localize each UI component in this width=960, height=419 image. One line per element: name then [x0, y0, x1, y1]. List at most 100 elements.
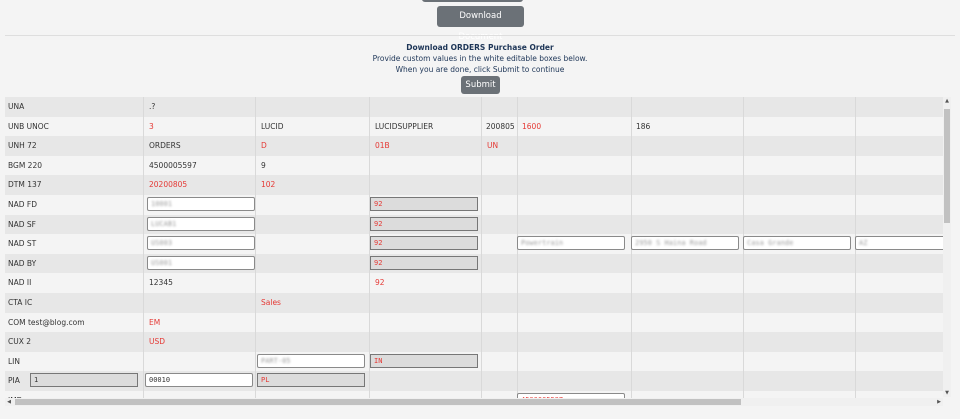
- scroll-left-icon[interactable]: ◀: [5, 398, 13, 406]
- readonly-field: 1: [30, 373, 138, 388]
- grid-cell: [369, 155, 481, 176]
- vertical-scroll-thumb[interactable]: [944, 109, 950, 223]
- edi-rows: UNA.? UNB UNOC 3 LUCID LUCIDSUPPLIER 200805 16…: [5, 97, 945, 399]
- grid-cell: [517, 214, 631, 235]
- grid-cell: [855, 253, 945, 274]
- table-row: CUX 2 USD: [5, 332, 945, 352]
- upper-button-edge[interactable]: [422, 0, 523, 2]
- horizontal-scroll-thumb[interactable]: [15, 399, 741, 405]
- cell-value: 20200805: [149, 180, 188, 190]
- grid-cell: [631, 175, 743, 195]
- download-document-button[interactable]: Download Document: [437, 6, 524, 42]
- grid-cell: [517, 97, 631, 117]
- editable-field[interactable]: US003: [147, 236, 255, 251]
- editable-field[interactable]: LUCAB1: [147, 216, 255, 231]
- grid-cell: [631, 273, 743, 293]
- cell-value: 1600: [522, 121, 542, 131]
- cell-value: Sales: [261, 298, 281, 307]
- horizontal-scrollbar[interactable]: ◀ ▶: [5, 398, 943, 406]
- grid-cell: [255, 273, 369, 293]
- grid-cell: [481, 155, 517, 176]
- grid-cell: [517, 175, 631, 195]
- grid-cell: [481, 371, 517, 391]
- grid-cell: [517, 253, 631, 274]
- segment-cell: LIN: [8, 356, 21, 366]
- table-row: UNH 72 ORDERS D 01B UN: [5, 136, 945, 156]
- cell-value: 01B: [375, 141, 390, 151]
- grid-cell: [631, 312, 743, 333]
- grid-cell: [631, 97, 743, 117]
- table-row: DTM 137 20200805 102: [5, 175, 945, 195]
- grid-cell: [481, 214, 517, 235]
- table-row: NAD ST US003 92 Powertrain 2950 S Haina Road…: [5, 234, 945, 254]
- cell-value: 200805: [486, 121, 515, 131]
- grid-cell: [631, 155, 743, 176]
- grid-cell: [631, 253, 743, 274]
- vertical-scrollbar[interactable]: ▲ ▼: [943, 97, 951, 397]
- instruction-line-2: When you are done, click Submit to conti…: [395, 65, 565, 74]
- table-row: CTA IC Sales: [5, 293, 945, 313]
- editable-field[interactable]: US001: [147, 255, 255, 270]
- editable-field[interactable]: AZ: [855, 236, 945, 251]
- grid-cell: [369, 293, 481, 313]
- grid-cell: [481, 195, 517, 215]
- grid-cell: [855, 116, 945, 137]
- grid-cell: [481, 293, 517, 313]
- scroll-up-icon[interactable]: ▲: [943, 97, 951, 105]
- editable-field[interactable]: 2950 S Haina Road: [631, 236, 739, 251]
- grid-cell: [369, 312, 481, 333]
- editable-field[interactable]: Powertrain: [517, 236, 625, 251]
- segment-cell: COM test@blog.com: [8, 317, 85, 327]
- table-row: NAD BY US001 92: [5, 253, 945, 274]
- cell-value: 9: [261, 160, 266, 170]
- submit-button[interactable]: Submit: [461, 76, 500, 94]
- grid-cell: [481, 351, 517, 372]
- segment-cell: CTA IC: [8, 298, 33, 307]
- scroll-down-icon[interactable]: ▼: [943, 389, 951, 397]
- cell-value: D: [261, 141, 267, 151]
- cell-value: 186: [636, 121, 651, 131]
- segment-cell: NAD SF: [8, 219, 36, 229]
- table-row: UNA.?: [5, 97, 945, 117]
- scroll-right-icon[interactable]: ▶: [935, 398, 943, 406]
- grid-cell: [481, 175, 517, 195]
- table-row: PIA 1 00010 PL: [5, 371, 945, 391]
- readonly-field: 92: [370, 216, 478, 231]
- grid-cell: [631, 214, 743, 235]
- table-row: COM test@blog.com EM: [5, 312, 945, 333]
- segment-cell: BGM 220: [8, 160, 42, 170]
- table-row: NAD FD 10001 92: [5, 195, 945, 215]
- grid-cell: [743, 214, 855, 235]
- grid-cell: [855, 214, 945, 235]
- grid-cell: [517, 293, 631, 313]
- editable-field[interactable]: PART-05: [257, 353, 365, 368]
- grid-cell: [631, 371, 743, 391]
- segment-cell: UNA: [8, 102, 25, 111]
- grid-cell: [743, 312, 855, 333]
- grid-cell: [743, 253, 855, 274]
- grid-cell: [743, 175, 855, 195]
- grid-cell: [743, 116, 855, 137]
- readonly-field: 92: [370, 197, 478, 211]
- grid-cell: [143, 351, 255, 372]
- editable-field[interactable]: 00010: [145, 373, 253, 388]
- grid-cell: [517, 332, 631, 352]
- grid-cell: [743, 155, 855, 176]
- readonly-field: 92: [370, 236, 478, 251]
- editable-field[interactable]: Casa Grande: [743, 236, 851, 251]
- editable-field[interactable]: 10001: [147, 197, 255, 211]
- edi-segment-grid[interactable]: UNA.? UNB UNOC 3 LUCID LUCIDSUPPLIER 200805 16…: [5, 97, 951, 408]
- segment-cell: NAD II: [8, 278, 32, 288]
- grid-cell: [631, 136, 743, 156]
- grid-cell: [855, 293, 945, 313]
- grid-cell: [255, 332, 369, 352]
- grid-cell: [369, 332, 481, 352]
- grid-cell: [631, 293, 743, 313]
- cell-value: 92: [375, 278, 385, 288]
- grid-cell: [631, 351, 743, 372]
- grid-cell: [369, 371, 481, 391]
- grid-cell: [743, 332, 855, 352]
- grid-cell: [255, 97, 369, 117]
- segment-cell: NAD ST: [8, 239, 37, 249]
- grid-cell: [743, 293, 855, 313]
